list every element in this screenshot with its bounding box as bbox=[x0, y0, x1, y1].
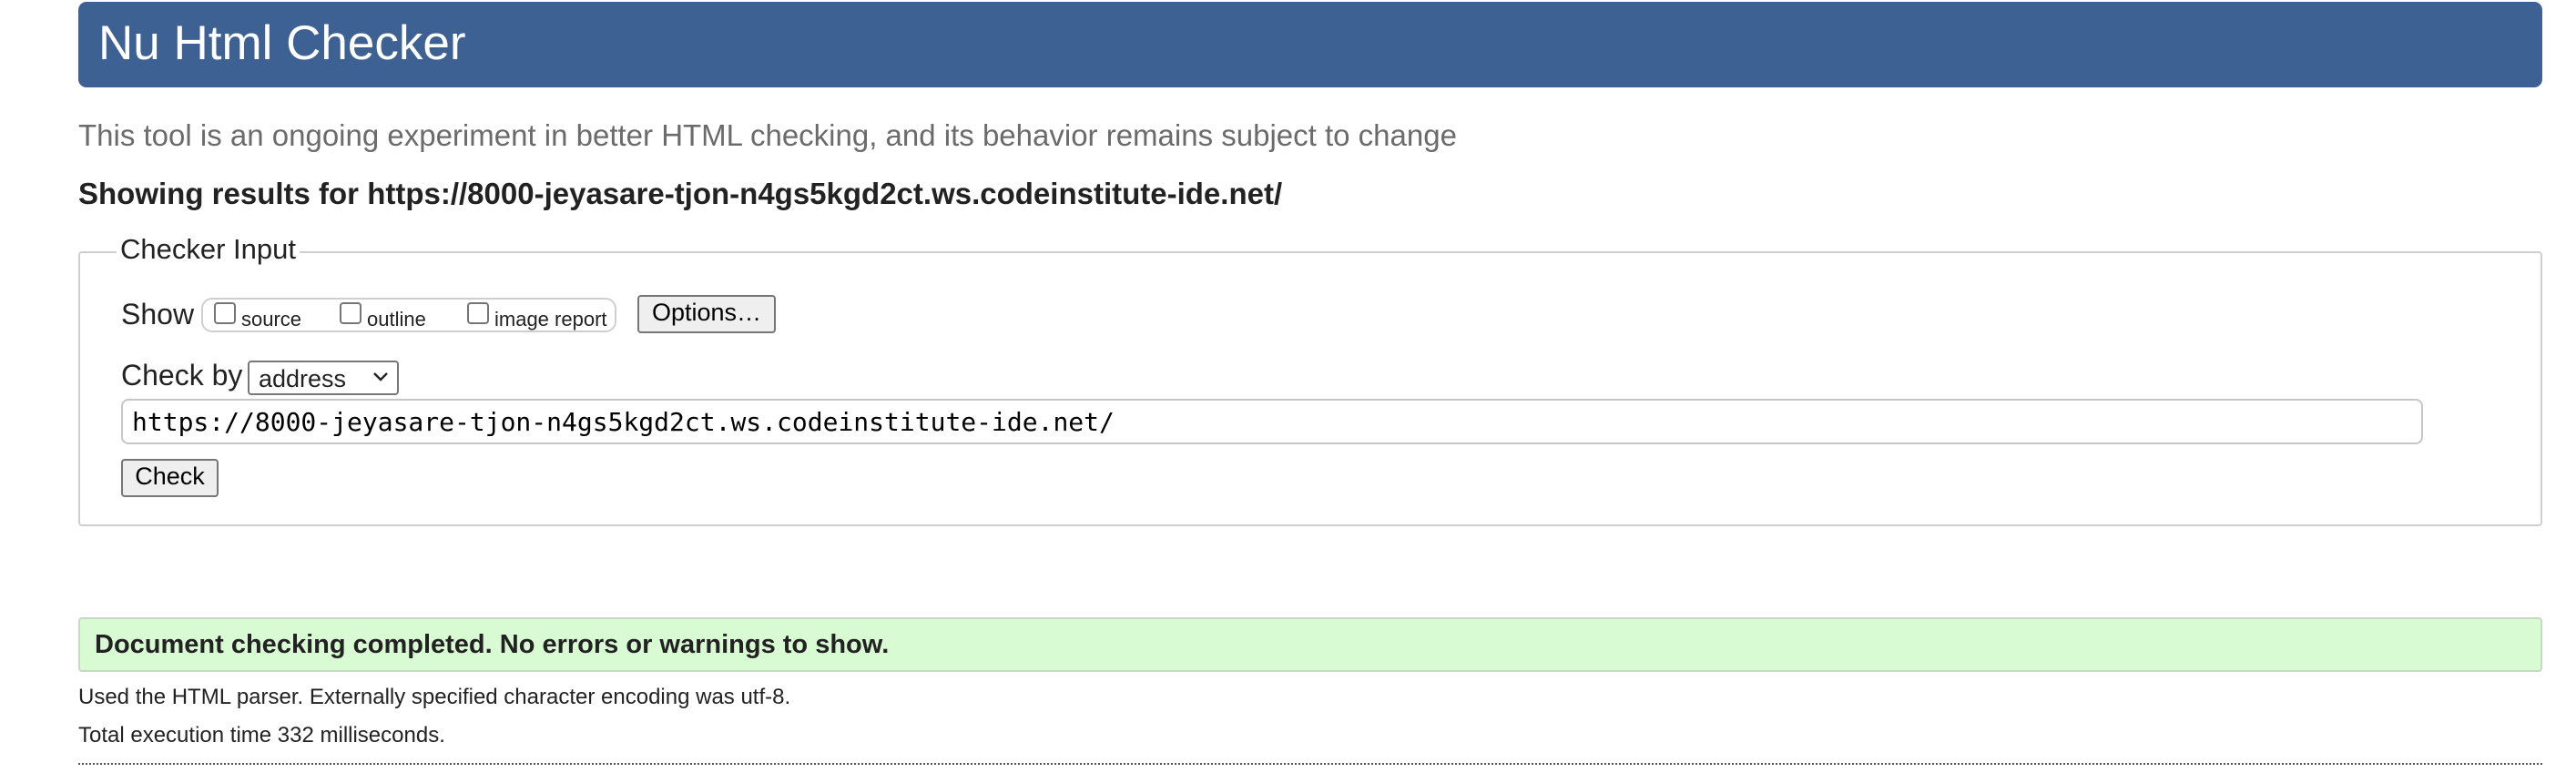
checker-input-fieldset bbox=[78, 251, 2542, 526]
page-header: Nu Html Checker bbox=[78, 2, 2542, 87]
results-heading: Showing results for https://8000-jeyasar… bbox=[78, 175, 1282, 213]
show-label: Show bbox=[121, 298, 195, 330]
success-message: Document checking completed. No errors o… bbox=[95, 630, 890, 659]
chevron-down-icon bbox=[373, 372, 388, 381]
check-button[interactable]: Check bbox=[121, 459, 219, 497]
page-title: Nu Html Checker bbox=[98, 16, 466, 70]
results-prefix: Showing results for bbox=[78, 177, 360, 210]
execution-time: Total execution time 332 milliseconds. bbox=[78, 723, 445, 747]
image-report-checkbox-label[interactable]: image report bbox=[494, 307, 607, 332]
tagline: This tool is an ongoing experiment in be… bbox=[78, 118, 1457, 152]
url-input-value: https://8000-jeyasare-tjon-n4gs5kgd2ct.w… bbox=[132, 407, 1115, 437]
success-message-box: Document checking completed. No errors o… bbox=[78, 617, 2542, 672]
divider bbox=[78, 763, 2542, 765]
parser-info: Used the HTML parser. Externally specifi… bbox=[78, 685, 791, 709]
check-by-select[interactable]: address bbox=[248, 361, 399, 395]
options-button[interactable]: Options… bbox=[637, 295, 776, 333]
checker-input-legend: Checker Input bbox=[117, 231, 300, 268]
source-checkbox[interactable] bbox=[214, 302, 236, 324]
check-by-selected-value: address bbox=[259, 365, 347, 392]
image-report-checkbox[interactable] bbox=[467, 302, 489, 324]
source-checkbox-label[interactable]: source bbox=[241, 307, 301, 332]
check-by-label: Check by bbox=[121, 359, 243, 392]
outline-checkbox-label[interactable]: outline bbox=[367, 307, 426, 332]
outline-checkbox[interactable] bbox=[340, 302, 361, 324]
url-input[interactable]: https://8000-jeyasare-tjon-n4gs5kgd2ct.w… bbox=[121, 399, 2423, 444]
results-url: https://8000-jeyasare-tjon-n4gs5kgd2ct.w… bbox=[367, 177, 1283, 210]
show-options-group: source outline image report bbox=[201, 298, 616, 332]
